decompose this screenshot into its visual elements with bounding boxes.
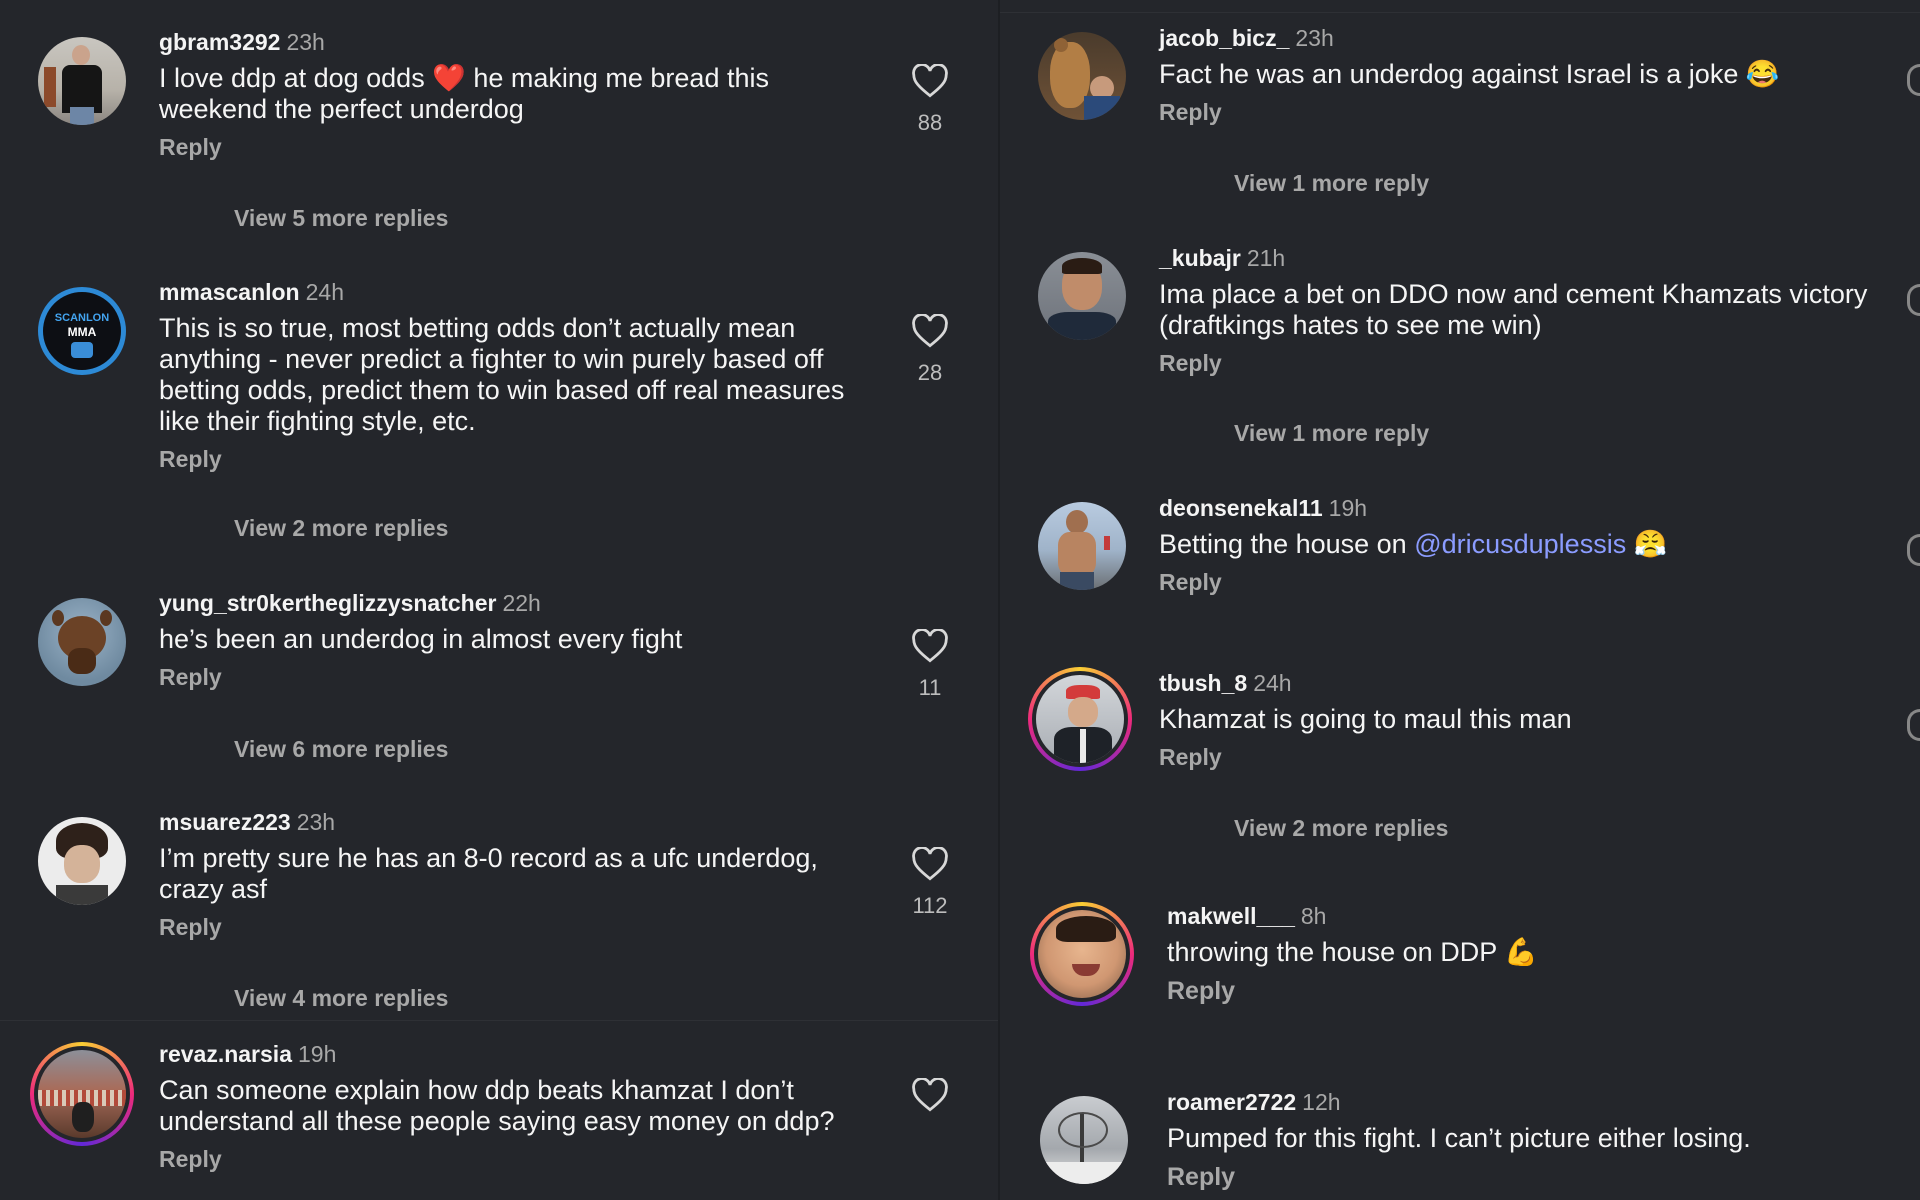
like-count: 112	[912, 893, 948, 918]
like-count: 11	[918, 675, 942, 700]
comment-time: 24h	[305, 279, 344, 305]
comment-username[interactable]: mmascanlon	[159, 279, 300, 305]
comment-text: Ima place a bet on DDO now and cement Kh…	[1159, 279, 1868, 340]
comment-text: Khamzat is going to maul this man	[1159, 704, 1572, 734]
comment-time: 12h	[1302, 1089, 1341, 1115]
comment-time: 21h	[1246, 245, 1286, 271]
heart-icon[interactable]	[911, 629, 949, 663]
comment-time: 23h	[296, 809, 336, 835]
comment-text: I love ddp at dog odds ❤️ he making me b…	[159, 63, 769, 124]
avatar-text: SCANLON	[54, 312, 110, 324]
avatar[interactable]	[1038, 32, 1126, 120]
like-control: 28	[900, 314, 960, 386]
avatar[interactable]	[1030, 902, 1134, 1006]
comment-text: Fact he was an underdog against Israel i…	[1159, 59, 1780, 89]
avatar[interactable]	[38, 37, 126, 125]
reply-button[interactable]: Reply	[159, 1146, 899, 1173]
comment-username[interactable]: jacob_bicz_	[1159, 25, 1289, 51]
avatar-text: MMA	[67, 325, 97, 339]
view-more-replies[interactable]: View 1 more reply	[1234, 420, 1429, 447]
comment-text: Pumped for this fight. I can’t picture e…	[1167, 1123, 1751, 1153]
comment-time: 19h	[1328, 495, 1368, 521]
like-count: 28	[917, 360, 943, 385]
avatar[interactable]	[38, 598, 126, 686]
comment-username[interactable]: roamer2722	[1167, 1089, 1296, 1115]
comment-time: 23h	[286, 29, 325, 55]
heart-icon[interactable]	[911, 847, 949, 881]
heart-icon[interactable]	[911, 64, 949, 98]
comment-time: 24h	[1253, 670, 1292, 696]
comment-username[interactable]: _kubajr	[1159, 245, 1241, 271]
mention-link[interactable]: @dricusduplessis	[1414, 529, 1626, 559]
comment-time: 19h	[297, 1041, 337, 1067]
reply-button[interactable]: Reply	[1167, 1163, 1887, 1192]
view-more-replies[interactable]: View 4 more replies	[234, 985, 448, 1012]
comments-column-right: jacob_bicz_ 23h Fact he was an underdog a…	[1000, 0, 1920, 1200]
view-more-replies[interactable]: View 6 more replies	[234, 736, 448, 763]
comment-text: This is so true, most betting odds don’t…	[159, 313, 845, 436]
reply-button[interactable]: Reply	[1159, 569, 1879, 596]
comment-text-part: 😤	[1626, 529, 1668, 559]
comment-text: he’s been an underdog in almost every fi…	[159, 624, 683, 654]
comment-username[interactable]: msuarez223	[159, 809, 291, 835]
view-more-replies[interactable]: View 2 more replies	[1234, 815, 1448, 842]
heart-icon[interactable]	[911, 314, 949, 348]
comment-username[interactable]: makwell___	[1167, 903, 1295, 929]
comment-time: 23h	[1295, 25, 1334, 51]
comment-username[interactable]: deonsenekal11	[1159, 495, 1323, 521]
comment-text: Betting the house on @dricusduplessis 😤	[1159, 529, 1879, 560]
avatar[interactable]	[38, 817, 126, 905]
avatar[interactable]	[1038, 252, 1126, 340]
comment-text: I’m pretty sure he has an 8-0 record as …	[159, 843, 818, 904]
heart-icon[interactable]	[911, 1078, 949, 1112]
comment-text-part: Betting the house on	[1159, 529, 1415, 559]
avatar[interactable]	[30, 1042, 134, 1146]
avatar[interactable]: SCANLON MMA	[38, 287, 126, 375]
comment-time: 8h	[1300, 903, 1327, 929]
reply-button[interactable]: Reply	[1159, 99, 1879, 126]
view-more-replies[interactable]: View 2 more replies	[234, 515, 448, 542]
comment-username[interactable]: yung_str0kertheglizzysnatcher	[159, 590, 496, 616]
comment-time: 22h	[502, 590, 541, 616]
reply-button[interactable]: Reply	[1159, 350, 1879, 377]
comment-username[interactable]: tbush_8	[1159, 670, 1247, 696]
heart-icon[interactable]	[1907, 284, 1920, 316]
reply-button[interactable]: Reply	[1167, 977, 1887, 1006]
like-control: 88	[900, 64, 960, 136]
reply-button[interactable]: Reply	[1159, 744, 1879, 771]
like-control: 112	[900, 847, 960, 919]
heart-icon[interactable]	[1907, 64, 1920, 96]
comment-text: throwing the house on DDP 💪	[1167, 937, 1538, 967]
comment-text: Can someone explain how ddp beats khamza…	[159, 1075, 835, 1136]
avatar[interactable]	[1028, 667, 1132, 771]
like-control	[900, 1078, 960, 1112]
like-control: 11	[900, 629, 960, 701]
view-more-replies[interactable]: View 1 more reply	[1234, 170, 1429, 197]
heart-icon[interactable]	[1907, 709, 1920, 741]
avatar[interactable]	[1038, 502, 1126, 590]
reply-button[interactable]: Reply	[159, 446, 879, 473]
divider	[0, 1020, 998, 1021]
view-more-replies[interactable]: View 5 more replies	[234, 205, 448, 232]
avatar[interactable]	[1040, 1096, 1128, 1184]
like-count: 88	[917, 110, 943, 135]
reply-button[interactable]: Reply	[159, 664, 879, 691]
reply-button[interactable]: Reply	[159, 914, 879, 941]
comment-username[interactable]: revaz.narsia	[159, 1041, 292, 1067]
heart-icon[interactable]	[1907, 534, 1920, 566]
comment-username[interactable]: gbram3292	[159, 29, 280, 55]
reply-button[interactable]: Reply	[159, 134, 879, 161]
